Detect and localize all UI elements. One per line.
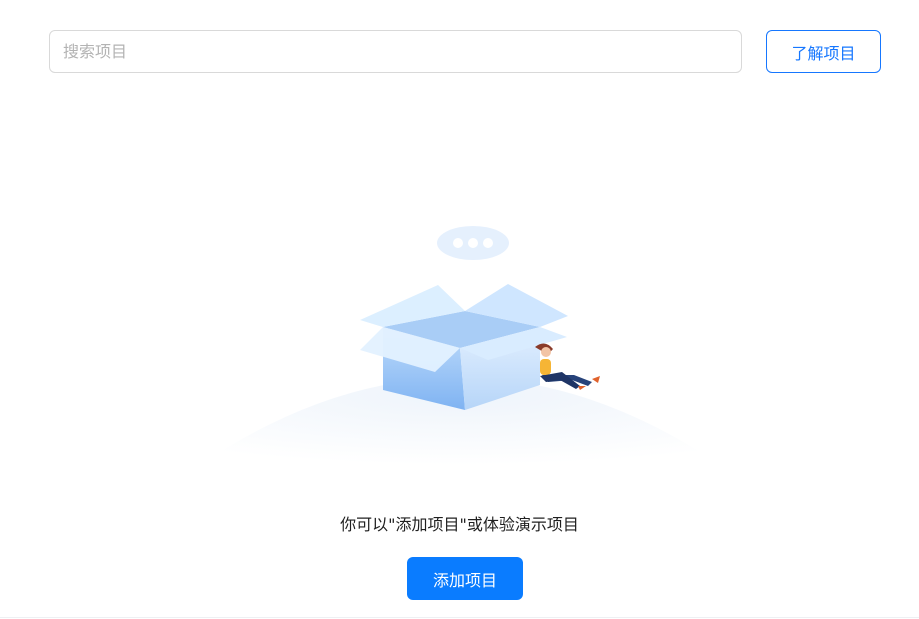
speech-bubble-icon [437, 226, 509, 260]
person-figure [535, 343, 600, 390]
add-project-button[interactable]: 添加项目 [407, 557, 523, 600]
search-input[interactable] [49, 30, 742, 73]
empty-box-illustration [200, 226, 720, 465]
learn-project-button[interactable]: 了解项目 [766, 30, 881, 73]
divider [0, 617, 919, 618]
empty-state-hint: 你可以"添加项目"或体验演示项目 [340, 515, 579, 534]
